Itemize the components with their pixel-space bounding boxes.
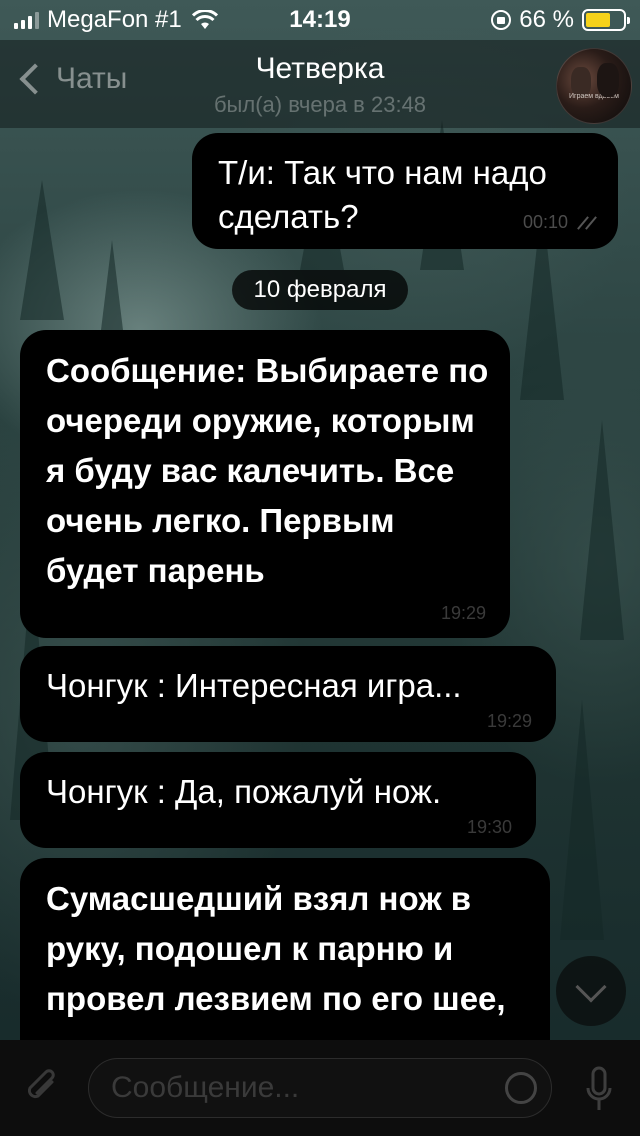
message-time: 19:30 <box>466 817 512 837</box>
battery-percent: 66 % <box>519 6 574 33</box>
chat-avatar[interactable]: Играем вдвоём <box>556 48 632 124</box>
message-text: Сумасшедший взял нож в руку, подошел к п… <box>46 880 506 1058</box>
scroll-to-bottom-button[interactable] <box>556 956 626 1026</box>
message-bubble-outgoing[interactable]: Т/и: Так что нам надо сделать? 00:10 <box>192 133 618 249</box>
signal-icon <box>14 11 39 29</box>
message-bubble-incoming[interactable]: Чонгук : Да, пожалуй нож. 19:30 <box>20 752 536 848</box>
orientation-lock-icon <box>491 10 512 30</box>
read-checkmarks-icon <box>574 216 600 231</box>
message-time: 19:29 <box>440 603 486 623</box>
message-bubble-incoming[interactable]: Сумасшедший взял нож в руку, подошел к п… <box>20 858 550 1058</box>
message-time: 00:10 <box>522 212 568 232</box>
message-input[interactable] <box>111 1059 491 1117</box>
avatar-caption: Играем вдвоём <box>569 93 619 100</box>
status-bar: MegaFon #1 14:19 66 % <box>0 0 640 40</box>
message-bubble-incoming[interactable]: Чонгук : Интересная игра... 19:29 <box>20 646 556 742</box>
message-composer <box>0 1040 640 1136</box>
wifi-icon <box>191 10 218 29</box>
chat-header: Чаты Четверка был(а) вчера в 23:48 Играе… <box>0 40 640 128</box>
message-bubble-incoming[interactable]: Сообщение: Выбираете по очереди оружие, … <box>20 330 510 638</box>
carrier-name: MegaFon #1 <box>47 6 182 33</box>
sticker-icon[interactable] <box>505 1072 537 1104</box>
message-time: 19:29 <box>486 711 532 731</box>
message-field[interactable] <box>88 1058 552 1118</box>
chat-title-area[interactable]: Четверка был(а) вчера в 23:48 <box>0 52 640 118</box>
message-text: Т/и: Так что нам надо сделать? <box>218 154 547 235</box>
battery-icon <box>582 9 630 31</box>
message-text: Чонгук : Да, пожалуй нож. <box>46 773 442 810</box>
battery-level <box>586 13 610 27</box>
paperclip-icon[interactable] <box>22 1064 62 1110</box>
date-separator: 10 февраля <box>232 270 408 310</box>
last-seen: был(а) вчера в 23:48 <box>213 92 427 117</box>
chat-title: Четверка <box>255 52 385 85</box>
chevron-down-icon <box>575 971 607 1003</box>
message-text: Чонгук : Интересная игра... <box>46 667 462 704</box>
message-text: Сообщение: Выбираете по очереди оружие, … <box>46 352 489 589</box>
microphone-icon[interactable] <box>586 1066 612 1112</box>
